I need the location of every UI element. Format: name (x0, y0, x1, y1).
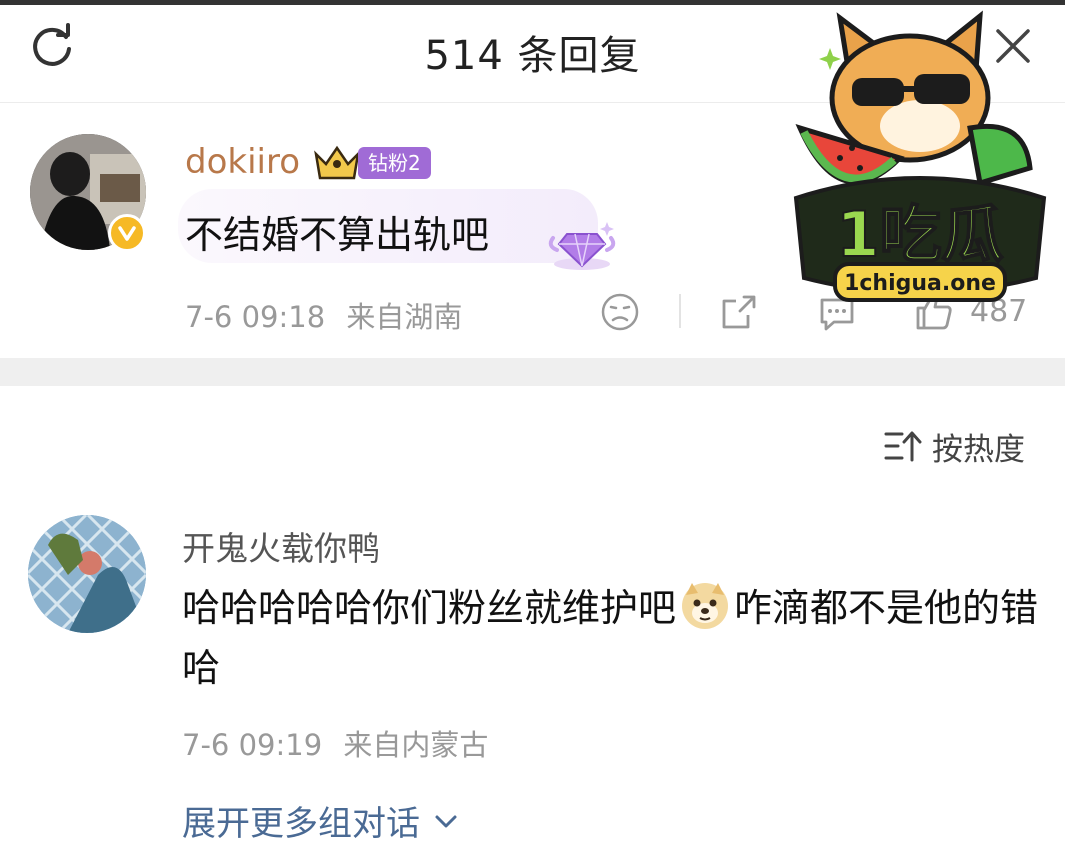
sort-by-hot-button[interactable]: 按热度 (884, 426, 1025, 468)
comment-meta: 7-6 09:19 来自内蒙古 (182, 722, 488, 764)
username[interactable]: dokiiro (185, 142, 300, 182)
avatar[interactable] (28, 515, 146, 633)
reply-text: 哈哈哈哈哈你们粉丝就维护吧 咋滴都不是他的错哈 (182, 578, 1042, 698)
doge-emoji-icon (682, 583, 729, 629)
reply-text-part: 哈哈哈哈哈你们粉丝就维护吧 (182, 586, 677, 630)
sort-icon (884, 431, 922, 462)
expand-conversation-button[interactable]: 展开更多组对话 (182, 796, 460, 845)
chevron-down-icon (435, 815, 457, 827)
comment-text: 不结婚不算出轨吧 (185, 213, 490, 257)
watermark-brand: 1吃瓜 (836, 198, 1003, 271)
sort-label: 按热度 (932, 431, 1025, 468)
location: 来自内蒙古 (343, 728, 489, 762)
timestamp: 7-6 09:19 (182, 728, 323, 762)
fan-level-badge[interactable]: 钻粉2 (358, 147, 431, 179)
section-divider (0, 358, 1065, 386)
timestamp: 7-6 09:18 (185, 300, 326, 334)
crown-icon (314, 145, 360, 180)
watermark-domain: 1chigua.one (844, 271, 996, 296)
expand-label: 展开更多组对话 (182, 804, 420, 844)
verified-badge-icon (108, 214, 146, 252)
comment-meta: 7-6 09:18 来自湖南 (185, 294, 462, 336)
action-divider (679, 294, 681, 328)
emoji-react-icon[interactable] (600, 292, 640, 332)
share-icon[interactable] (718, 291, 760, 333)
watermark-logo: 1吃瓜 1chigua.one (790, 8, 1050, 308)
diamond-gem-icon (548, 222, 616, 270)
location: 来自湖南 (346, 300, 463, 334)
username[interactable]: 开鬼火载你鸭 (182, 522, 380, 570)
